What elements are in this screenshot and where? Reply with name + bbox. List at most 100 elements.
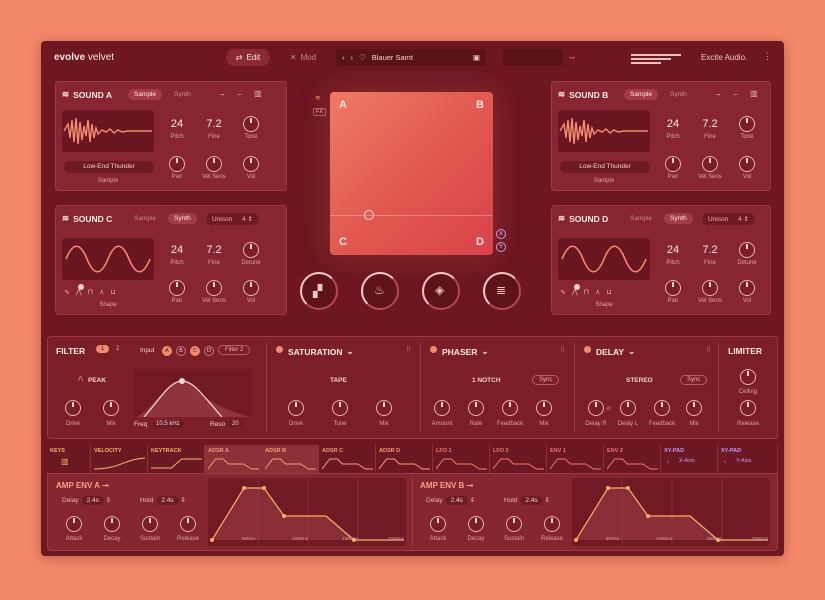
fine-value[interactable]: 7.2 xyxy=(693,244,727,256)
release-knob[interactable] xyxy=(180,516,196,532)
delay-param[interactable]: Delay 2.4s ⇕ xyxy=(62,496,111,505)
filter-type[interactable]: PEAK xyxy=(88,377,106,384)
xy-cursor[interactable] xyxy=(364,210,374,220)
delay-power-icon[interactable] xyxy=(584,346,591,353)
tab-sample[interactable]: Sample xyxy=(624,213,658,224)
saturation-power-icon[interactable] xyxy=(276,346,283,353)
mod-tab-keys[interactable]: KEYS ▥ xyxy=(47,445,91,473)
saturation-drive-knob[interactable] xyxy=(288,400,304,416)
attack-knob[interactable] xyxy=(66,516,82,532)
y-axis-toggle[interactable]: Y xyxy=(496,242,506,252)
input-a-chip[interactable]: A xyxy=(162,346,172,356)
filter-2-button[interactable]: Filter 2 xyxy=(218,345,251,355)
sample-name-field[interactable]: Low-End Thunder xyxy=(64,161,154,173)
pitch-value[interactable]: 24 xyxy=(656,118,690,130)
prev-preset-icon[interactable]: ‹ xyxy=(342,53,345,62)
keyboard-icon[interactable]: ▥ xyxy=(254,89,262,98)
saturation-mix-knob[interactable] xyxy=(376,400,392,416)
amp-env-b-graph[interactable]: 500ms 1000ms 1500ms 2000ms xyxy=(572,478,770,546)
preset-browser[interactable]: ‹ › ♡ Blauer Samt ▣ xyxy=(336,49,486,66)
delay-param[interactable]: Delay 2.4s ⇕ xyxy=(426,496,475,505)
vol-knob[interactable] xyxy=(243,280,259,296)
link-icon[interactable]: ⊘ xyxy=(606,405,611,412)
pan-knob[interactable] xyxy=(665,156,681,172)
phaser-feedback-knob[interactable] xyxy=(502,400,518,416)
shape-selector[interactable]: ∿⋀⊓⋏⊔ xyxy=(560,288,648,296)
heart-icon[interactable]: ♡ xyxy=(359,53,366,62)
sample-waveform[interactable] xyxy=(62,110,154,152)
tab-synth[interactable]: Synth xyxy=(664,89,693,100)
arrow-right-icon[interactable]: → xyxy=(714,89,722,98)
osc-waveform[interactable] xyxy=(62,238,154,280)
freq-value[interactable]: 10.5 kHz xyxy=(152,420,184,428)
mod-tab-xy-pad[interactable]: XY-PAD X-Axis ⌞ xyxy=(661,445,718,473)
vel-sens-knob[interactable] xyxy=(702,156,718,172)
mod-tab-xy-pad[interactable]: XY-PAD Y-Axis ⌞ xyxy=(718,445,778,473)
vol-knob[interactable] xyxy=(739,156,755,172)
drag-handle-icon[interactable]: ⠿ xyxy=(406,346,411,354)
mod-tab-adsr-b[interactable]: ADSR B xyxy=(262,445,319,473)
reso-value[interactable]: 20 xyxy=(228,420,243,428)
vel-sens-knob[interactable] xyxy=(206,156,222,172)
drag-handle-icon[interactable]: ⠿ xyxy=(560,346,565,354)
keyboard-icon[interactable]: ▥ xyxy=(750,89,758,98)
unison-selector[interactable]: Unison 4 ⇕ xyxy=(206,213,259,225)
release-knob[interactable] xyxy=(544,516,560,532)
sample-waveform[interactable] xyxy=(558,110,650,152)
arrow-left-icon[interactable]: ← xyxy=(732,89,740,98)
macro-knob-3[interactable]: ◈ xyxy=(422,272,460,310)
filter-slot-2[interactable]: 2 xyxy=(112,345,123,353)
pan-knob[interactable] xyxy=(169,156,185,172)
mod-tab-lfo-2[interactable]: LFO 2 xyxy=(490,445,547,473)
macro-knob-2[interactable]: ♨ xyxy=(361,272,399,310)
menu-icon[interactable]: ⋮ xyxy=(763,51,772,62)
mod-tab-velocity[interactable]: VELOCITY xyxy=(91,445,148,473)
release-knob[interactable] xyxy=(740,400,756,416)
delay-sync-button[interactable]: Sync xyxy=(680,375,708,385)
x-axis-toggle[interactable]: X xyxy=(496,229,506,239)
shape-selector[interactable]: ∿⋀⊓⋏⊔ xyxy=(64,288,152,296)
input-b-chip[interactable]: B xyxy=(176,346,186,356)
saturation-title[interactable]: SATURATION ⌄ xyxy=(288,346,354,357)
osc-waveform[interactable] xyxy=(558,238,650,280)
pitch-value[interactable]: 24 xyxy=(160,118,194,130)
phaser-title[interactable]: PHASER ⌄ xyxy=(442,346,489,357)
pitch-value[interactable]: 24 xyxy=(656,244,690,256)
delay-title[interactable]: DELAY ⌄ xyxy=(596,346,635,357)
pan-knob[interactable] xyxy=(169,280,185,296)
phaser-mode[interactable]: 1 NOTCH xyxy=(472,377,501,384)
tone-knob[interactable] xyxy=(739,116,755,132)
mod-tab-lfo-1[interactable]: LFO 1 xyxy=(433,445,490,473)
tone-knob[interactable] xyxy=(243,116,259,132)
phaser-power-icon[interactable] xyxy=(430,346,437,353)
next-preset-icon[interactable]: › xyxy=(351,53,354,62)
output-box[interactable] xyxy=(503,49,563,66)
save-preset-icon[interactable]: ▣ xyxy=(473,53,480,62)
macro-knob-1[interactable]: ▞ xyxy=(300,272,338,310)
fine-value[interactable]: 7.2 xyxy=(197,244,231,256)
arrow-right-icon[interactable]: → xyxy=(218,89,226,98)
input-c-chip[interactable]: C xyxy=(190,346,200,356)
mod-tab-env-1[interactable]: ENV 1 xyxy=(547,445,604,473)
phaser-sync-button[interactable]: Sync xyxy=(532,375,560,385)
tab-synth[interactable]: Synth xyxy=(664,213,693,224)
vel-sens-knob[interactable] xyxy=(206,280,222,296)
edit-button[interactable]: ⇄ Edit xyxy=(226,49,270,66)
shape-slider-handle[interactable] xyxy=(78,284,84,290)
filter-drive-knob[interactable] xyxy=(65,400,81,416)
link-icon[interactable]: ⊸ xyxy=(569,54,575,62)
delay-r-knob[interactable] xyxy=(588,400,604,416)
delay-mode[interactable]: STEREO xyxy=(626,377,653,384)
mod-tab-env-2[interactable]: ENV 2 xyxy=(604,445,661,473)
mod-button[interactable]: ✕ Mod xyxy=(281,49,325,66)
delay-mix-knob[interactable] xyxy=(686,400,702,416)
delay-feedback-knob[interactable] xyxy=(654,400,670,416)
mod-tab-keytrack[interactable]: KEYTRACK xyxy=(148,445,205,473)
tab-synth[interactable]: Synth xyxy=(168,213,197,224)
xy-pad[interactable]: A B C D xyxy=(330,92,493,255)
sustain-knob[interactable] xyxy=(142,516,158,532)
vol-knob[interactable] xyxy=(739,280,755,296)
input-d-chip[interactable]: D xyxy=(204,346,214,356)
drag-handle-icon[interactable]: ⠿ xyxy=(706,346,711,354)
shape-slider-handle[interactable] xyxy=(574,284,580,290)
